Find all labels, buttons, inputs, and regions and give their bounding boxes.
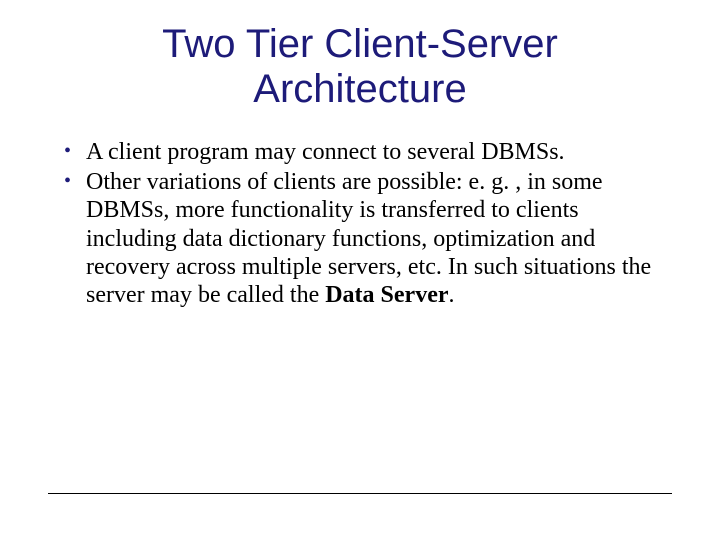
bullet-strong: Data Server xyxy=(325,282,448,308)
bullet-suffix: . xyxy=(449,282,455,308)
slide: Two Tier Client-Server Architecture A cl… xyxy=(0,0,720,540)
list-item: A client program may connect to several … xyxy=(60,138,672,166)
bullet-list: A client program may connect to several … xyxy=(48,138,672,310)
list-item: Other variations of clients are possible… xyxy=(60,168,672,310)
slide-title: Two Tier Client-Server Architecture xyxy=(48,22,672,112)
divider-line xyxy=(48,493,672,494)
bullet-text: A client program may connect to several … xyxy=(86,139,565,165)
